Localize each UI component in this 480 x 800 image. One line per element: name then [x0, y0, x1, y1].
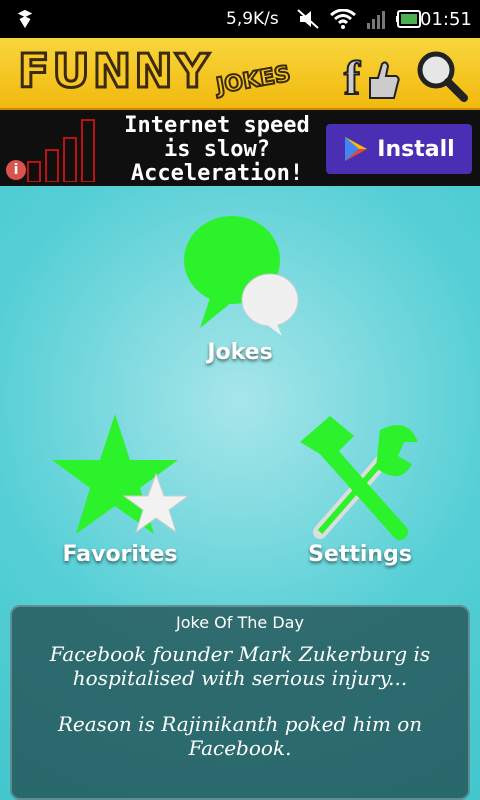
ad-banner[interactable]: Internet speed is slow? Acceleration! In…: [0, 110, 480, 186]
jokes-button[interactable]: Jokes: [160, 210, 320, 370]
joke-of-the-day-title: Joke Of The Day: [176, 613, 304, 632]
joke-line: Reason is Rajinikanth poked him on Faceb…: [57, 712, 423, 760]
signal-bars-graphic: [27, 119, 95, 182]
app-header: FUNNY JOKES: [0, 38, 480, 110]
settings-button[interactable]: Settings: [280, 412, 440, 572]
favorites-label: Favorites: [62, 542, 178, 567]
install-label: Install: [377, 136, 455, 162]
install-button[interactable]: Install: [326, 124, 472, 174]
status-icons: [296, 9, 424, 29]
signal-icon: [367, 11, 385, 29]
mute-icon: [297, 9, 319, 29]
favorites-button[interactable]: Favorites: [40, 412, 200, 572]
joke-of-the-day-panel: Joke Of The Day Facebook founder Mark Zu…: [10, 605, 470, 800]
star-icon: [52, 414, 190, 534]
chat-bubbles-icon: [184, 216, 299, 336]
logo-main-text: FUNNY: [16, 43, 213, 100]
play-store-icon: [345, 137, 368, 161]
clock: 01:51: [420, 9, 472, 30]
logo-sub-text: JOKES: [213, 61, 293, 101]
notification-icon: [17, 9, 33, 29]
svg-text:f: f: [344, 52, 361, 104]
app-logo: FUNNY JOKES: [16, 43, 293, 101]
network-speed: 5,9K/s: [226, 9, 279, 29]
jokes-label: Jokes: [207, 340, 273, 365]
tools-icon: [300, 416, 418, 540]
facebook-like-icon[interactable]: f: [342, 48, 402, 104]
ad-info-icon[interactable]: i: [6, 160, 26, 180]
status-bar: 5,9K/s 01:51: [0, 0, 480, 38]
search-icon[interactable]: [412, 46, 470, 104]
ad-message-line: is slow?: [164, 137, 270, 162]
ad-message-line: Internet speed: [124, 113, 310, 138]
joke-text: Facebook founder Mark Zukerburg is hospi…: [12, 642, 468, 760]
joke-line: Facebook founder Mark Zukerburg is hospi…: [49, 642, 431, 690]
ad-message-line: Acceleration!: [130, 161, 304, 186]
wifi-icon: [330, 9, 356, 29]
settings-label: Settings: [308, 542, 412, 567]
ad-message: Internet speed is slow? Acceleration!: [112, 114, 322, 186]
